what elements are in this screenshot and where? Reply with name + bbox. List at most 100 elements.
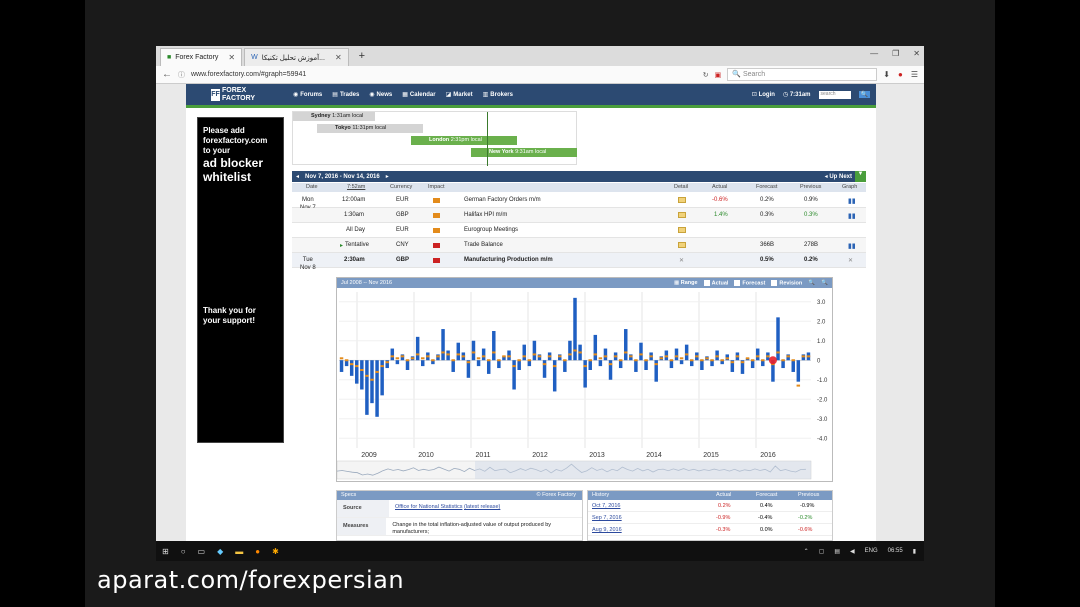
actual-bar <box>700 360 704 370</box>
menu-brokers[interactable]: ▥ Brokers <box>483 91 513 99</box>
network-icon[interactable]: ▤ <box>834 548 840 555</box>
reload-icon[interactable]: ↻ <box>703 71 709 79</box>
event-title[interactable]: Manufacturing Production m/m <box>464 257 553 263</box>
specs-source-label[interactable]: © Forex Factory <box>536 491 576 500</box>
tab-persian-article[interactable]: W آموزش تحلیل تکنیکا... ✕ <box>244 48 349 66</box>
graph-icon[interactable]: ▮▮ <box>848 197 856 205</box>
event-title[interactable]: Trade Balance <box>464 242 503 248</box>
clock-time[interactable]: 06:55 <box>888 548 903 555</box>
calendar-row[interactable]: All Day EUR Eurogroup Meetings <box>292 223 866 238</box>
detail-folder-icon[interactable] <box>678 227 686 233</box>
ad-thanks-line: Thank you for <box>203 306 256 315</box>
toggle-forecast[interactable]: Forecast <box>734 279 765 286</box>
bar-chart[interactable]: 2009 2010 2011 2012 2013 2014 2015 2016 3.0 2.0 1.… <box>337 288 832 481</box>
x-tick-label: 2015 <box>703 452 719 459</box>
up-next-button[interactable]: ◂ Up Next <box>825 173 852 180</box>
app-icon[interactable]: ✱ <box>272 547 279 556</box>
history-date[interactable]: Sep 7, 2016 <box>592 515 622 521</box>
forecast-mark <box>542 363 547 366</box>
history-row[interactable]: Sep 7, 2016 -0.9% -0.4% -0.2% <box>588 512 832 524</box>
next-week-icon[interactable]: ▸ <box>386 173 389 180</box>
volume-icon[interactable]: ◀ <box>850 548 855 555</box>
minimize-icon[interactable]: — <box>870 49 878 58</box>
col-impact: Impact <box>428 184 445 190</box>
actual-bar <box>486 360 491 374</box>
history-row[interactable]: Oct 7, 2016 0.2% 0.4% -0.9% <box>588 500 832 512</box>
close-icon[interactable]: ✕ <box>228 53 235 62</box>
close-icon[interactable]: ✕ <box>335 53 342 62</box>
source-link[interactable]: Office for National Statistics <box>395 504 462 510</box>
calendar-row[interactable]: 1:30am GBP Halifax HPI m/m 1.4% 0.3% 0.3… <box>292 208 866 223</box>
firefox-icon[interactable]: ● <box>255 547 260 556</box>
event-title[interactable]: Halifax HPI m/m <box>464 212 507 218</box>
range-button[interactable]: ▦ Range <box>674 280 698 286</box>
menu-trades[interactable]: ▤ Trades <box>332 91 359 99</box>
event-previous: 0.9% <box>804 197 818 203</box>
detail-folder-icon[interactable] <box>678 242 686 248</box>
event-title[interactable]: German Factory Orders m/m <box>464 197 541 203</box>
calendar-row-selected[interactable]: Tue Nov 8 2:30am GBP Manufacturing Produc… <box>292 253 866 271</box>
app-icon[interactable]: ◆ <box>217 547 223 556</box>
search-icon[interactable]: ○ <box>181 547 186 556</box>
info-icon[interactable]: ⓘ <box>178 70 185 80</box>
address-bar[interactable]: www.forexfactory.com/#graph=59941 <box>191 71 697 78</box>
prev-week-icon[interactable]: ◂ <box>296 173 299 180</box>
zoom-out-icon[interactable]: 🔍 <box>808 280 815 286</box>
day-dow: Tue <box>302 257 313 263</box>
forecast-mark <box>451 359 455 362</box>
forecast-mark <box>436 355 440 358</box>
zoom-in-icon[interactable]: 🔍 <box>821 280 828 286</box>
event-time: All Day <box>346 227 366 233</box>
site-logo[interactable]: FF FOREX FACTORY <box>211 85 271 105</box>
filter-icon[interactable]: ▼ <box>855 171 866 182</box>
menu-icon[interactable]: ☰ <box>911 70 918 79</box>
forecast-mark <box>476 357 481 360</box>
task-view-icon[interactable]: ▭ <box>198 547 206 556</box>
event-title[interactable]: Eurogroup Meetings <box>464 227 518 233</box>
latest-release-link[interactable]: (latest release) <box>464 504 500 510</box>
close-detail-icon[interactable]: ✕ <box>679 257 684 264</box>
history-date[interactable]: Aug 9, 2016 <box>592 527 622 533</box>
detail-folder-icon[interactable] <box>678 212 686 218</box>
history-date[interactable]: Oct 7, 2016 <box>592 503 620 509</box>
menu-forums[interactable]: ◉ Forums <box>293 91 322 99</box>
menu-news[interactable]: ◉ News <box>369 91 392 99</box>
main-menu: ◉ Forums ▤ Trades ◉ News ▦ Calendar ◪ Market … <box>293 91 513 99</box>
new-tab-button[interactable]: + <box>351 50 373 62</box>
clock[interactable]: ◷ 7:31am <box>783 91 811 98</box>
detail-folder-icon[interactable] <box>678 197 686 203</box>
forecast-mark <box>639 353 643 356</box>
addon-icon[interactable]: ▣ <box>715 71 722 79</box>
history-row[interactable]: Aug 9, 2016 -0.3% 0.0% -0.6% <box>588 524 832 536</box>
tray-up-icon[interactable]: ⌃ <box>804 548 809 555</box>
back-icon[interactable]: ← <box>162 69 172 80</box>
file-explorer-icon[interactable]: ▬ <box>235 547 243 556</box>
session-tokyo: Tokyo 11:31pm local <box>317 124 423 133</box>
forecast-mark <box>471 351 476 354</box>
close-graph-icon[interactable]: ✕ <box>848 257 853 264</box>
calendar-row[interactable]: MonNov 7 12:00am EUR German Factory Orde… <box>292 193 866 211</box>
toggle-actual[interactable]: Actual <box>703 279 728 286</box>
search-icon[interactable]: 🔍 <box>858 91 870 98</box>
windows-start-icon[interactable]: ⊞ <box>162 547 169 556</box>
notification-icon[interactable]: ▢ <box>819 548 825 555</box>
tab-forex-factory[interactable]: ■ Forex Factory ✕ <box>160 48 243 66</box>
browser-search-input[interactable]: 🔍 Search <box>727 68 878 81</box>
close-window-icon[interactable]: ✕ <box>913 49 920 58</box>
menu-calendar[interactable]: ▦ Calendar <box>402 91 435 99</box>
toggle-revision[interactable]: Revision <box>771 279 802 286</box>
maximize-icon[interactable]: ❐ <box>892 49 899 58</box>
calendar-row[interactable]: ▸ Tentative CNY Trade Balance 366B 278B … <box>292 238 866 253</box>
site-search-input[interactable]: search <box>818 90 851 99</box>
show-desktop-icon[interactable]: ▮ <box>913 548 916 555</box>
graph-icon[interactable]: ▮▮ <box>848 242 856 250</box>
graph-icon[interactable]: ▮▮ <box>848 212 856 220</box>
download-icon[interactable]: ⬇ <box>883 70 890 79</box>
col-time[interactable]: 7:52am <box>347 184 365 190</box>
language-indicator[interactable]: ENG <box>865 548 878 555</box>
forecast-mark <box>563 359 567 362</box>
menu-market[interactable]: ◪ Market <box>446 91 473 99</box>
adblock-icon[interactable]: ● <box>898 70 903 79</box>
spec-value: Office for National Statistics (latest r… <box>389 500 506 517</box>
login-link[interactable]: ⊡ Login <box>752 91 775 98</box>
